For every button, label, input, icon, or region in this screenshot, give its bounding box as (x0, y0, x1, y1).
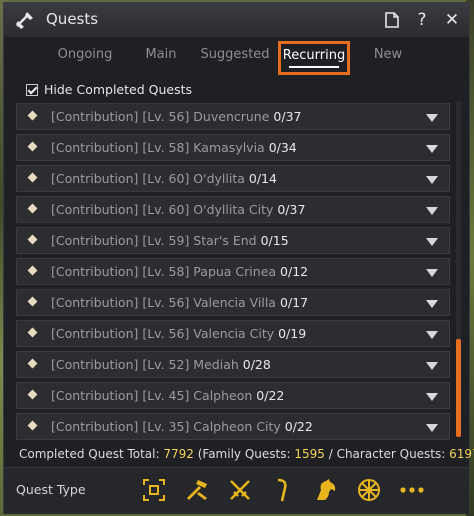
quest-row[interactable]: [Contribution] [Lv. 60] O'dyllita City 0… (16, 196, 450, 223)
chevron-down-icon[interactable] (426, 207, 438, 215)
active-tab-underline (289, 66, 339, 68)
scrollbar-thumb[interactable] (456, 339, 461, 437)
chevron-down-icon[interactable] (426, 238, 438, 246)
more-icon[interactable] (396, 476, 428, 504)
diamond-icon (27, 358, 38, 369)
diamond-icon (27, 141, 38, 152)
quest-name: [Contribution] [Lv. 35] Calpheon City 0/… (51, 419, 313, 434)
diamond-icon (27, 296, 38, 307)
quest-name: [Contribution] [Lv. 58] Kamasylvia 0/34 (51, 140, 297, 155)
diamond-icon (27, 110, 38, 121)
quest-count: 0/37 (277, 202, 306, 217)
total-count: 7792 (163, 447, 194, 461)
hide-completed-checkbox[interactable] (26, 83, 38, 96)
quest-row[interactable]: [Contribution] [Lv. 58] Papua Crinea 0/1… (16, 258, 450, 285)
tab-suggested[interactable]: Suggested (200, 41, 270, 75)
tab-bar: Ongoing Main Suggested Recurring New (4, 41, 469, 75)
all-types-icon[interactable] (138, 476, 170, 504)
crossed-swords-icon[interactable] (224, 476, 256, 504)
diamond-icon (27, 203, 38, 214)
quest-row[interactable]: [Contribution] [Lv. 52] Mediah 0/28 (16, 351, 450, 378)
tab-ongoing[interactable]: Ongoing (50, 41, 120, 75)
completed-quest-summary: Completed Quest Total: 7792 (Family Ques… (19, 447, 474, 461)
quest-count: 0/22 (284, 419, 313, 434)
quest-name: [Contribution] [Lv. 56] Duvencrune 0/37 (51, 109, 302, 124)
quest-scroll-icon (16, 12, 33, 29)
quest-name: [Contribution] [Lv. 59] Star's End 0/15 (51, 233, 289, 248)
chevron-down-icon[interactable] (426, 424, 438, 432)
diamond-icon (27, 389, 38, 400)
quest-row[interactable]: [Contribution] [Lv. 35] Calpheon City 0/… (16, 413, 450, 440)
chevron-down-icon[interactable] (426, 176, 438, 184)
family-count: 1595 (294, 447, 325, 461)
chevron-down-icon[interactable] (426, 145, 438, 153)
chevron-down-icon[interactable] (426, 269, 438, 277)
quest-count: 0/12 (280, 264, 309, 279)
character-count: 6197 (449, 447, 474, 461)
close-icon[interactable]: ✕ (443, 10, 461, 30)
tab-main[interactable]: Main (132, 41, 190, 75)
quests-window: Quests ? ✕ Ongoing Main Suggested Recurr… (3, 2, 474, 514)
document-icon[interactable] (383, 10, 401, 30)
quest-count: 0/34 (268, 140, 297, 155)
quest-name: [Contribution] [Lv. 58] Papua Crinea 0/1… (51, 264, 309, 279)
quest-name: [Contribution] [Lv. 52] Mediah 0/28 (51, 357, 271, 372)
wheel-icon[interactable] (353, 476, 385, 504)
combat-icon[interactable] (181, 476, 213, 504)
chevron-down-icon[interactable] (426, 362, 438, 370)
quest-count: 0/17 (279, 295, 309, 310)
quest-count: 0/28 (242, 357, 271, 372)
window-title: Quests (46, 10, 99, 28)
chevron-down-icon[interactable] (426, 393, 438, 401)
quest-row[interactable]: [Contribution] [Lv. 56] Duvencrune 0/37 (16, 103, 450, 130)
diamond-icon (27, 265, 38, 276)
title-bar[interactable]: Quests ? ✕ (4, 3, 469, 37)
quest-count: 0/15 (260, 233, 289, 248)
tab-new[interactable]: New (360, 41, 416, 75)
hide-completed-label: Hide Completed Quests (44, 82, 192, 97)
horse-icon[interactable] (310, 476, 342, 504)
diamond-icon (27, 172, 38, 183)
diamond-icon (27, 234, 38, 245)
chevron-down-icon[interactable] (426, 300, 438, 308)
diamond-icon (27, 327, 38, 338)
quest-count: 0/14 (248, 171, 277, 186)
quest-row[interactable]: [Contribution] [Lv. 58] Kamasylvia 0/34 (16, 134, 450, 161)
quest-name: [Contribution] [Lv. 56] Valencia Villa 0… (51, 295, 309, 310)
chevron-down-icon[interactable] (426, 114, 438, 122)
chevron-down-icon[interactable] (426, 331, 438, 339)
hide-completed-toggle[interactable]: Hide Completed Quests (26, 82, 192, 97)
quest-row[interactable]: [Contribution] [Lv. 45] Calpheon 0/22 (16, 382, 450, 409)
quest-name: [Contribution] [Lv. 45] Calpheon 0/22 (51, 388, 285, 403)
quest-row[interactable]: [Contribution] [Lv. 60] O'dyllita 0/14 (16, 165, 450, 192)
quest-list: [Contribution] [Lv. 56] Duvencrune 0/37 … (16, 103, 450, 444)
tab-recurring[interactable]: Recurring (278, 41, 350, 75)
title-buttons: ? ✕ (383, 10, 461, 30)
quest-count: 0/19 (278, 326, 307, 341)
quest-name: [Contribution] [Lv. 60] O'dyllita City 0… (51, 202, 306, 217)
quest-type-icons (138, 476, 428, 504)
quest-row[interactable]: [Contribution] [Lv. 56] Valencia Villa 0… (16, 289, 450, 316)
quest-count: 0/37 (273, 109, 302, 124)
help-icon[interactable]: ? (413, 10, 431, 30)
quest-name: [Contribution] [Lv. 60] O'dyllita 0/14 (51, 171, 277, 186)
quest-count: 0/22 (256, 388, 285, 403)
quest-name: [Contribution] [Lv. 56] Valencia City 0/… (51, 326, 307, 341)
fishing-rod-icon[interactable] (267, 476, 299, 504)
diamond-icon (27, 420, 38, 431)
quest-row[interactable]: [Contribution] [Lv. 59] Star's End 0/15 (16, 227, 450, 254)
quest-type-bar: Quest Type (4, 467, 469, 514)
quest-type-label: Quest Type (16, 482, 86, 497)
quest-row[interactable]: [Contribution] [Lv. 56] Valencia City 0/… (16, 320, 450, 347)
